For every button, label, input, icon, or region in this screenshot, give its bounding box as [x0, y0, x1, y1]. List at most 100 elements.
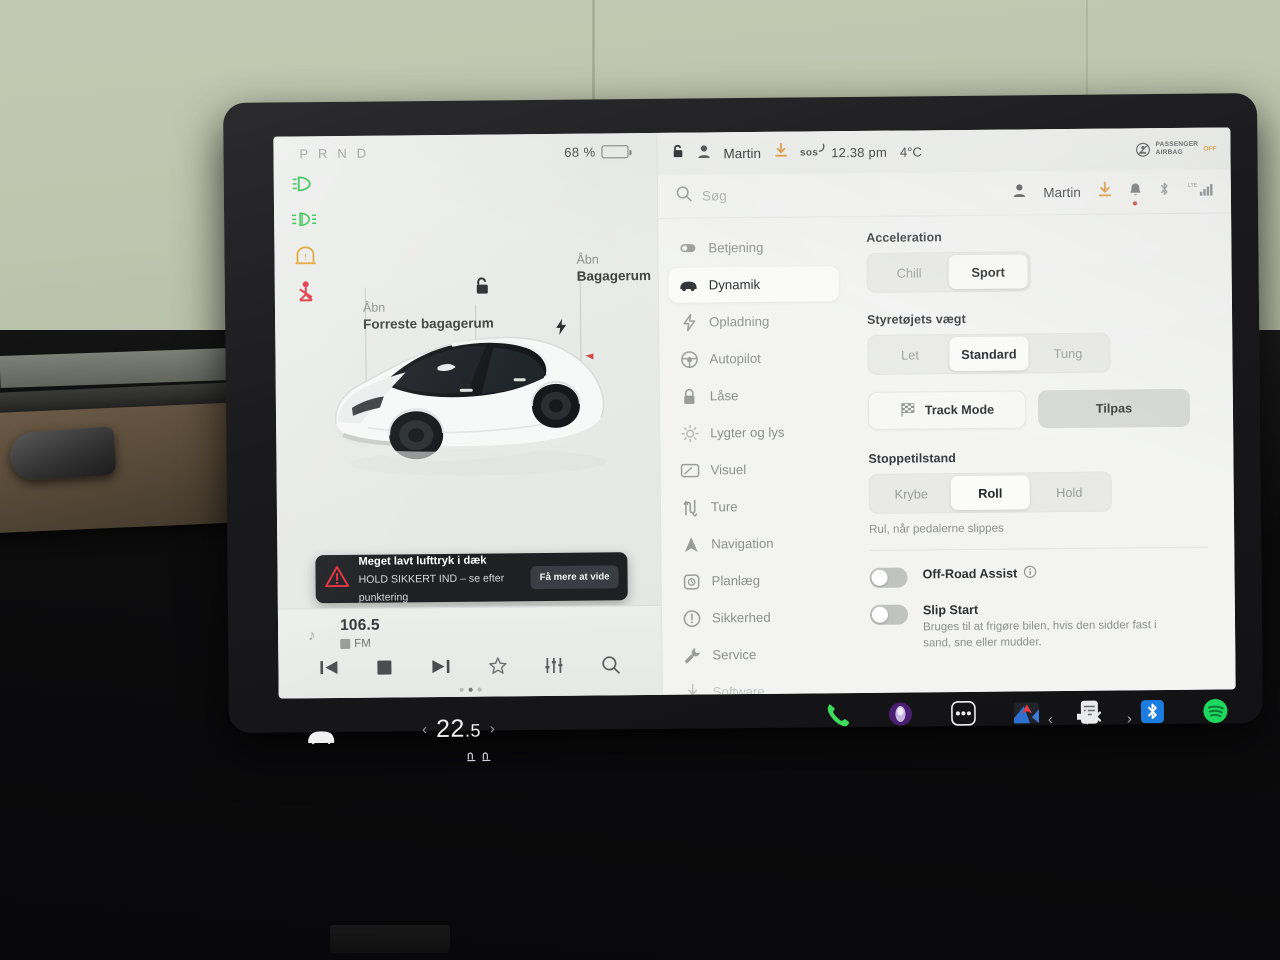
rear-trunk-control[interactable]: Åbn Bagagerum [576, 251, 651, 285]
steering-title: Styretøjets vægt [867, 311, 966, 327]
search-row: Søg Martin LTE [657, 169, 1232, 219]
menu-item-sikkerhed[interactable]: Sikkerhed [672, 599, 842, 636]
volume-next-button[interactable]: › [1127, 710, 1132, 727]
segment-option-standard[interactable]: Standard [949, 336, 1029, 372]
person-icon[interactable] [1013, 183, 1026, 202]
stopping-mode-segmented-control[interactable]: Krybe Roll Hold [868, 471, 1112, 514]
customize-label: Tilpas [1095, 401, 1133, 416]
favorite-star-icon[interactable] [488, 656, 507, 680]
charge-bolt-icon [556, 318, 567, 340]
spotify-icon[interactable] [1202, 697, 1229, 729]
temp-increase-button[interactable]: › [490, 720, 495, 737]
equalizer-icon[interactable] [545, 657, 564, 679]
segment-option-krybe[interactable]: Krybe [872, 476, 951, 511]
stop-icon[interactable] [377, 659, 393, 680]
search-icon[interactable] [601, 655, 620, 679]
bluetooth-app-icon[interactable] [1139, 698, 1166, 730]
page-dot[interactable] [459, 687, 464, 692]
airbag-line2: AIRBAG [1155, 148, 1183, 157]
steering-wheel-icon [679, 350, 698, 368]
svg-text:LTE: LTE [1188, 183, 1198, 189]
notification-bell-icon[interactable] [1129, 182, 1142, 205]
acceleration-segmented-control[interactable]: Chill Sport [866, 251, 1031, 293]
info-icon[interactable] [1023, 565, 1036, 581]
unlock-icon[interactable] [671, 144, 684, 164]
menu-item-service[interactable]: Service [672, 636, 842, 673]
warning-triangle-icon [324, 565, 350, 593]
climate-temperature: 22.5 [436, 715, 481, 744]
profile-name[interactable]: Martin [1043, 185, 1081, 200]
status-profile-name[interactable]: Martin [723, 145, 761, 160]
next-icon[interactable] [430, 658, 450, 680]
toggle-settings-list: Off-Road Assist Slip Start Bruges til at f… [869, 564, 1209, 653]
menu-item-dynamik[interactable]: Dynamik [668, 266, 839, 303]
notification-dot [1132, 201, 1137, 205]
bluetooth-icon[interactable] [1159, 181, 1170, 202]
car-front-icon[interactable] [306, 728, 336, 751]
segment-option-hold[interactable]: Hold [1030, 475, 1109, 510]
page-dot[interactable] [477, 687, 482, 692]
more-apps-icon[interactable] [950, 700, 977, 732]
car-icon [679, 277, 698, 294]
lock-icon [680, 387, 699, 405]
vehicle-visualization: Åbn Forreste bagagerum Åbn Bagagerum [274, 225, 660, 559]
battery-percent-label: 68 % [564, 144, 596, 160]
settings-panel: Martin sos 12.38 pm 4°C PASSENGER AIRBAG… [656, 127, 1236, 699]
gear-indicator: P R N D [299, 145, 370, 162]
tire-pressure-alert[interactable]: Meget lavt lufttryk i dæk HOLD SIKKERT I… [315, 552, 628, 604]
menu-item-lygter-og-lys[interactable]: Lygter og lys [670, 414, 840, 451]
search-input[interactable]: Søg [702, 188, 727, 203]
temp-decrease-button[interactable]: ‹ [422, 721, 427, 738]
page-dot[interactable] [468, 687, 473, 692]
checkered-flag-icon [900, 401, 916, 420]
app-launcher-icons [824, 697, 1229, 733]
sos-button[interactable]: sos [800, 143, 825, 158]
media-player: ♪ 106.5 FM [277, 604, 662, 699]
battery-indicator[interactable]: 68 % [564, 144, 629, 160]
radio-frequency: 106.5 [339, 616, 380, 634]
volume-prev-button[interactable]: ‹ [1048, 711, 1053, 728]
menu-item-planlæg[interactable]: Planlæg [671, 562, 841, 599]
driver-seat-heater-icon[interactable] [466, 749, 477, 767]
volume-muted-icon[interactable] [1075, 707, 1105, 732]
menu-item-låse[interactable]: Låse [670, 377, 840, 414]
menu-item-navigation[interactable]: Navigation [671, 525, 841, 562]
rear-trunk-action: Åbn [576, 252, 599, 267]
vehicle-image [334, 336, 607, 476]
segment-option-let[interactable]: Let [870, 337, 949, 372]
vehicle-status-panel: P R N D 68 % ! Åbn Forreste bagagerum Åb… [273, 132, 662, 699]
media-now-playing[interactable]: 106.5 FM [340, 617, 380, 650]
climate-value: 22 [435, 714, 466, 743]
segment-option-tung[interactable]: Tung [1028, 336, 1107, 371]
menu-item-opladning[interactable]: Opladning [669, 303, 839, 340]
search-icon[interactable] [676, 186, 692, 207]
toggle-slip-start[interactable] [869, 604, 909, 625]
customize-button[interactable]: Tilpas [1037, 388, 1191, 429]
display-icon [680, 462, 700, 478]
menu-item-visuel[interactable]: Visuel [670, 451, 840, 488]
menu-item-label: Navigation [711, 535, 774, 552]
menu-item-ture[interactable]: Ture [671, 488, 841, 525]
volume-control: ‹ › [1048, 706, 1132, 732]
person-icon[interactable] [697, 144, 710, 163]
phone-icon[interactable] [824, 701, 851, 733]
toggle-off-road-assist[interactable] [869, 567, 908, 588]
segment-option-roll[interactable]: Roll [950, 475, 1030, 511]
menu-item-label: Opladning [709, 313, 770, 330]
menu-item-autopilot[interactable]: Autopilot [669, 340, 839, 377]
software-update-icon[interactable] [1098, 181, 1112, 203]
software-update-icon[interactable] [774, 142, 787, 163]
voice-assistant-icon[interactable] [887, 700, 914, 732]
radio-band-label: FM [354, 637, 371, 650]
segment-option-sport[interactable]: Sport [948, 254, 1028, 290]
climate-control[interactable]: ‹ 22.5 › [422, 714, 495, 744]
passenger-seat-heater-icon[interactable] [481, 748, 492, 766]
navigation-app-icon[interactable] [1013, 699, 1040, 731]
segment-option-chill[interactable]: Chill [869, 255, 948, 290]
learn-more-button[interactable]: Få mere at vide [530, 564, 619, 589]
steering-weight-segmented-control[interactable]: Let Standard Tung [867, 332, 1111, 375]
lte-signal-icon: LTE [1187, 181, 1213, 202]
menu-item-betjening[interactable]: Betjening [668, 229, 838, 266]
track-mode-button[interactable]: Track Mode [867, 390, 1027, 430]
previous-icon[interactable] [319, 659, 339, 681]
